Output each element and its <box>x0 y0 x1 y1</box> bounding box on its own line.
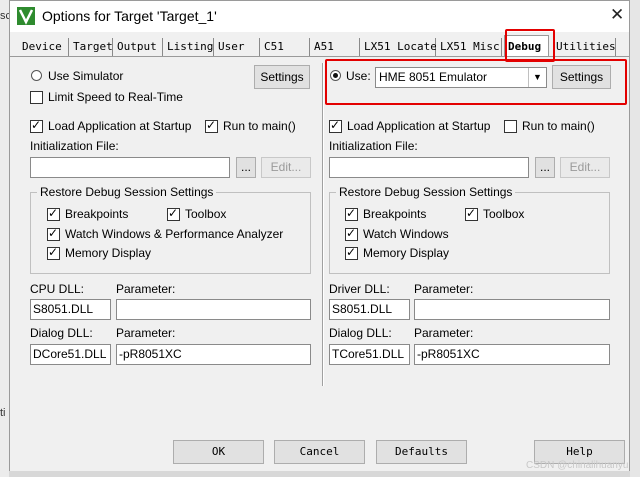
left-init-file-label: Initialization File: <box>30 139 119 153</box>
tab-listing[interactable]: Listing <box>163 38 214 56</box>
tab-target[interactable]: Target <box>69 38 113 56</box>
right-browse-button[interactable]: ... <box>535 157 555 178</box>
right-breakpoints-checkbox[interactable] <box>345 206 358 221</box>
emulator-highlight <box>325 59 627 105</box>
right-watch-checkbox[interactable] <box>345 226 358 241</box>
tab-user[interactable]: User <box>214 38 260 56</box>
left-run-to-main-checkbox[interactable] <box>205 118 218 133</box>
left-edit-button[interactable]: Edit... <box>261 157 311 178</box>
left-breakpoints-label: Breakpoints <box>65 207 129 221</box>
close-icon[interactable]: ✕ <box>610 5 624 25</box>
use-simulator-radio[interactable] <box>31 70 42 81</box>
right-watch-label: Watch Windows <box>363 227 449 241</box>
left-toolbox-checkbox[interactable] <box>167 206 180 221</box>
tab-output[interactable]: Output <box>113 38 163 56</box>
tab-lx51-misc[interactable]: LX51 Misc <box>436 38 502 56</box>
left-dialog-param-input[interactable]: -pR8051XC <box>116 344 311 365</box>
left-breakpoints-checkbox[interactable] <box>47 206 60 221</box>
tab-device[interactable]: Device <box>18 38 69 56</box>
right-load-app-label: Load Application at Startup <box>347 119 491 133</box>
left-watch-checkbox[interactable] <box>47 226 60 241</box>
cpu-dll-label: CPU DLL: <box>30 282 85 296</box>
uvision-app-icon <box>17 7 35 25</box>
right-toolbox-checkbox[interactable] <box>465 206 478 221</box>
right-memory-checkbox[interactable] <box>345 245 358 260</box>
driver-dll-input[interactable]: S8051.DLL <box>329 299 410 320</box>
tab-c51[interactable]: C51 <box>260 38 310 56</box>
simulator-settings-button[interactable]: Settings <box>254 65 310 89</box>
use-simulator-label: Use Simulator <box>48 69 124 83</box>
limit-speed-checkbox[interactable] <box>30 91 43 104</box>
panel-divider-highlight <box>323 63 324 386</box>
right-breakpoints-label: Breakpoints <box>363 207 427 221</box>
tab-utilities[interactable]: Utilities <box>552 38 616 56</box>
defaults-button[interactable]: Defaults <box>376 440 467 464</box>
right-init-file-input[interactable] <box>329 157 529 178</box>
left-dialog-dll-label: Dialog DLL: <box>30 326 93 340</box>
tab-a51[interactable]: A51 <box>310 38 360 56</box>
right-dialog-dll-input[interactable]: TCore51.DLL <box>329 344 410 365</box>
background-text-2: ti <box>0 407 6 419</box>
tab-lx51-locate[interactable]: LX51 Locate <box>360 38 437 56</box>
left-load-app-checkbox[interactable] <box>30 118 43 133</box>
left-browse-button[interactable]: ... <box>236 157 256 178</box>
window-title: Options for Target 'Target_1' <box>42 8 217 24</box>
right-toolbox-label: Toolbox <box>483 207 525 221</box>
left-dialog-param-label: Parameter: <box>116 326 176 340</box>
right-run-to-main-label: Run to main() <box>522 119 595 133</box>
right-restore-group-title: Restore Debug Session Settings <box>336 185 516 199</box>
cpu-dll-input[interactable]: S8051.DLL <box>30 299 111 320</box>
background-window-right <box>630 0 640 477</box>
left-toolbox-label: Toolbox <box>185 207 227 221</box>
options-dialog: Options for Target 'Target_1' ✕ Device T… <box>9 0 630 471</box>
right-memory-label: Memory Display <box>363 246 450 260</box>
left-memory-label: Memory Display <box>65 246 152 260</box>
cpu-param-input[interactable] <box>116 299 311 320</box>
ok-button[interactable]: OK <box>173 440 264 464</box>
cancel-button[interactable]: Cancel <box>274 440 365 464</box>
right-load-app-checkbox[interactable] <box>329 118 342 133</box>
left-init-file-input[interactable] <box>30 157 230 178</box>
right-dialog-param-input[interactable]: -pR8051XC <box>414 344 610 365</box>
left-run-to-main-label: Run to main() <box>223 119 296 133</box>
debug-tab-highlight <box>505 29 555 62</box>
watermark-text: CSDN @chinalihuanyu <box>526 460 629 471</box>
left-restore-group-title: Restore Debug Session Settings <box>37 185 217 199</box>
left-watch-label: Watch Windows & Performance Analyzer <box>65 227 284 241</box>
driver-param-input[interactable] <box>414 299 610 320</box>
right-init-file-label: Initialization File: <box>329 139 418 153</box>
right-dialog-param-label: Parameter: <box>414 326 474 340</box>
right-edit-button[interactable]: Edit... <box>560 157 610 178</box>
title-bar: Options for Target 'Target_1' ✕ <box>10 1 629 32</box>
right-dialog-dll-label: Dialog DLL: <box>329 326 392 340</box>
driver-dll-label: Driver DLL: <box>329 282 390 296</box>
background-window: sc ti <box>0 0 11 477</box>
cpu-param-label: Parameter: <box>116 282 176 296</box>
right-run-to-main-checkbox[interactable] <box>504 120 517 133</box>
driver-param-label: Parameter: <box>414 282 474 296</box>
left-dialog-dll-input[interactable]: DCore51.DLL <box>30 344 111 365</box>
left-load-app-label: Load Application at Startup <box>48 119 192 133</box>
left-memory-checkbox[interactable] <box>47 245 60 260</box>
limit-speed-label: Limit Speed to Real-Time <box>48 90 183 104</box>
